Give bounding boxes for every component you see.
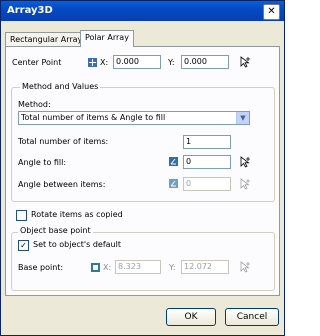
center-y-label: Y: xyxy=(168,58,175,67)
array3d-dialog: Array3D ✕ Rectangular Array Polar Array … xyxy=(0,0,285,336)
ok-button[interactable]: OK xyxy=(166,308,216,326)
pick-center-point-icon[interactable] xyxy=(240,56,251,68)
pick-angle-between-icon[interactable] xyxy=(240,178,251,190)
polar-array-panel: Center Point X: 0.000 Y: 0.000 Method an… xyxy=(5,46,280,296)
cancel-button[interactable]: Cancel xyxy=(225,308,279,326)
method-select[interactable]: Total number of items & Angle to fill ▼ xyxy=(18,111,250,125)
base-y-label: Y: xyxy=(169,263,176,272)
center-x-field[interactable]: 0.000 xyxy=(113,55,161,69)
set-default-checkbox[interactable]: ✓ xyxy=(18,240,29,251)
angle-fill-field[interactable]: 0 xyxy=(183,155,231,169)
base-point-icon xyxy=(91,263,100,272)
pick-base-point-icon[interactable] xyxy=(240,261,251,273)
base-x-label: X: xyxy=(103,263,112,272)
angle-between-icon xyxy=(169,179,178,188)
base-point-label: Base point: xyxy=(18,263,64,272)
tab-polar-array[interactable]: Polar Array xyxy=(80,30,134,47)
angle-icon xyxy=(169,157,178,166)
crosshair-icon xyxy=(88,58,97,67)
close-button[interactable]: ✕ xyxy=(263,4,280,20)
tab-rectangular-array[interactable]: Rectangular Array xyxy=(5,32,88,47)
chevron-down-icon[interactable]: ▼ xyxy=(236,112,249,124)
method-select-value: Total number of items & Angle to fill xyxy=(21,113,166,122)
total-items-field[interactable]: 1 xyxy=(183,135,231,149)
total-items-label: Total number of items: xyxy=(18,137,109,146)
center-x-label: X: xyxy=(100,58,109,67)
rotate-items-label: Rotate items as copied xyxy=(31,210,123,219)
center-point-label: Center Point xyxy=(12,58,62,67)
close-icon: ✕ xyxy=(267,6,276,17)
pick-angle-fill-icon[interactable] xyxy=(240,156,251,168)
tab-rectangular-array-label: Rectangular Array xyxy=(10,35,83,44)
center-y-field[interactable]: 0.000 xyxy=(181,55,229,69)
base-x-field[interactable]: 8.323 xyxy=(115,260,161,274)
angle-between-label: Angle between items: xyxy=(18,180,106,189)
base-y-field[interactable]: 12.072 xyxy=(181,260,229,274)
method-group-title: Method and Values xyxy=(20,82,101,91)
set-default-label: Set to object's default xyxy=(33,240,121,249)
title-bar[interactable]: Array3D ✕ xyxy=(1,1,284,21)
tab-polar-array-label: Polar Array xyxy=(85,33,129,42)
window-title: Array3D xyxy=(7,5,53,16)
angle-between-field[interactable]: 0 xyxy=(183,177,231,191)
angle-fill-label: Angle to fill: xyxy=(18,158,67,167)
base-point-group-title: Object base point xyxy=(18,226,93,235)
method-label: Method: xyxy=(18,100,51,109)
rotate-items-checkbox[interactable] xyxy=(16,210,27,221)
